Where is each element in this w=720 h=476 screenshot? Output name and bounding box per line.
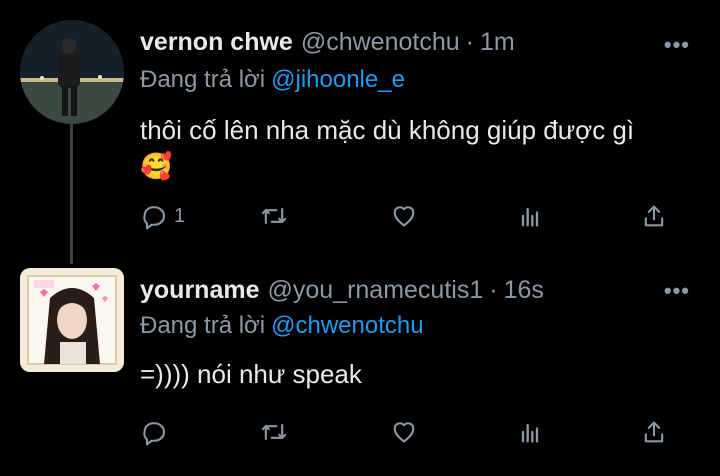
retweet-icon: [261, 207, 287, 225]
replying-to: Đang trả lời @chwenotchu: [140, 312, 424, 340]
display-name[interactable]: yourname: [140, 276, 259, 305]
analytics-button[interactable]: [516, 202, 544, 230]
analytics-icon: [521, 423, 539, 443]
more-options-icon[interactable]: •••: [664, 278, 690, 304]
retweet-button[interactable]: [260, 418, 288, 446]
replying-to-label: Đang trả lời: [140, 312, 266, 339]
reply-icon: [143, 206, 165, 230]
like-button[interactable]: [390, 418, 418, 446]
share-icon: [644, 205, 664, 227]
retweet-icon: [261, 423, 287, 441]
tweet-text: thôi cố lên nha mặc dù không giúp được g…: [140, 112, 634, 184]
replying-to: Đang trả lời @jihoonle_e: [140, 66, 405, 94]
like-icon: [393, 206, 415, 227]
reply-button[interactable]: [140, 418, 174, 446]
separator-dot: ·: [489, 276, 498, 304]
user-handle[interactable]: @chwenotchu: [301, 28, 460, 57]
share-icon: [644, 421, 664, 443]
retweet-button[interactable]: [260, 202, 288, 230]
analytics-button[interactable]: [516, 418, 544, 446]
reply-button[interactable]: 1: [140, 202, 185, 230]
share-button[interactable]: [640, 418, 668, 446]
tweet[interactable]: yourname @you_rnamecutis1 · 16s ••• Đang…: [0, 260, 720, 476]
timestamp[interactable]: 1m: [480, 28, 515, 57]
timestamp[interactable]: 16s: [504, 276, 544, 305]
analytics-icon: [521, 207, 539, 227]
action-bar: [140, 418, 680, 452]
replying-to-mention[interactable]: @jihoonle_e: [271, 66, 405, 93]
reply-count: 1: [174, 204, 186, 227]
tweet-text: =)))) nói như speak: [140, 356, 362, 392]
replying-to-mention[interactable]: @chwenotchu: [271, 312, 423, 339]
display-name[interactable]: vernon chwe: [140, 28, 293, 57]
share-button[interactable]: [640, 202, 668, 230]
separator-dot: ·: [465, 28, 474, 56]
avatar[interactable]: [20, 20, 124, 124]
reply-icon: [143, 422, 165, 446]
tweet-header: vernon chwe @chwenotchu · 1m: [140, 28, 515, 57]
tweet-text-line: thôi cố lên nha mặc dù không giúp được g…: [140, 115, 635, 145]
emoji-smiling-hearts: 🥰: [140, 151, 173, 181]
like-button[interactable]: [390, 202, 418, 230]
tweet-text-line: =)))) nói như speak: [140, 359, 362, 389]
user-handle[interactable]: @you_rnamecutis1: [267, 276, 483, 305]
tweet-header: yourname @you_rnamecutis1 · 16s: [140, 276, 544, 305]
more-options-icon[interactable]: •••: [664, 32, 690, 58]
avatar[interactable]: [20, 268, 124, 372]
action-bar: 1: [140, 202, 680, 236]
replying-to-label: Đang trả lời: [140, 66, 266, 93]
tweet[interactable]: vernon chwe @chwenotchu · 1m ••• Đang tr…: [0, 0, 720, 260]
like-icon: [393, 422, 415, 443]
